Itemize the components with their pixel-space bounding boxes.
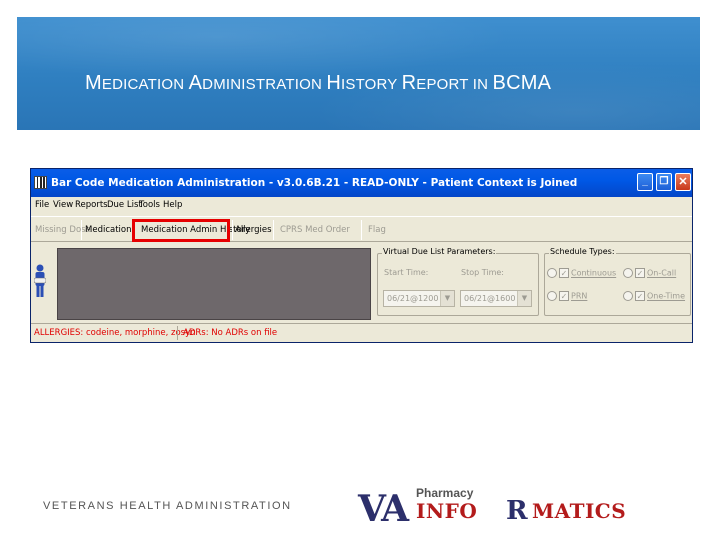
toolbar-separator <box>273 220 274 240</box>
window-title: Bar Code Medication Administration - v3.… <box>51 177 578 189</box>
close-button[interactable]: ✕ <box>675 173 691 191</box>
chevron-down-icon: ▼ <box>440 291 454 306</box>
missing-dose-button[interactable]: Missing Dose <box>35 225 91 235</box>
stop-time-select[interactable]: 06/21@1600 ▼ <box>460 290 532 307</box>
schedule-types-group: Schedule Types: ✓ Continuous ✓ On-Call ✓ PR… <box>544 247 691 316</box>
one-time-option[interactable]: ✓ One-Time <box>623 291 685 301</box>
toolbar: Missing Dose Medication Log Medication A… <box>31 216 692 242</box>
highlight-box <box>132 219 230 242</box>
allergy-divider <box>177 326 178 340</box>
maximize-button[interactable]: ❐ <box>656 173 672 191</box>
checkbox-icon: ✓ <box>635 291 645 301</box>
start-time-select[interactable]: 06/21@1200 ▼ <box>383 290 455 307</box>
adrs-text[interactable]: ADRs: No ADRs on file <box>183 328 277 338</box>
allergies-text[interactable]: ALLERGIES: codeine, morphine, zosyn <box>34 328 196 338</box>
flag-button[interactable]: Flag <box>368 225 386 235</box>
va-pharmacy-informatics-logo: VA Pharmacy INFO R MATICS <box>358 486 627 530</box>
slide-header: MEDICATION ADMINISTRATION HISTORY REPORT… <box>17 17 700 130</box>
allergy-bar: ALLERGIES: codeine, morphine, zosyn ADRs… <box>31 323 692 342</box>
toolbar-separator <box>361 220 362 240</box>
checkbox-icon: ✓ <box>635 268 645 278</box>
bcma-window: Bar Code Medication Administration - v3.… <box>30 168 693 343</box>
menu-reports[interactable]: Reports <box>75 200 108 210</box>
menu-file[interactable]: File <box>35 200 49 210</box>
chevron-down-icon: ▼ <box>517 291 531 306</box>
due-list-parameters-label: Virtual Due List Parameters: <box>382 247 497 256</box>
toolbar-separator <box>81 220 82 240</box>
on-call-option[interactable]: ✓ On-Call <box>623 268 676 278</box>
radio-icon <box>623 291 633 301</box>
medication-log-button[interactable]: Medication Log <box>85 225 131 235</box>
menu-due-list[interactable]: Due List <box>107 200 142 210</box>
patient-icon[interactable] <box>34 264 46 298</box>
radio-icon <box>547 268 557 278</box>
window-titlebar[interactable]: Bar Code Medication Administration - v3.… <box>31 169 692 197</box>
menu-tools[interactable]: Tools <box>139 200 160 210</box>
menu-help[interactable]: Help <box>163 200 182 210</box>
footer-text: VETERANS HEALTH ADMINISTRATION <box>43 500 292 512</box>
radio-icon <box>547 291 557 301</box>
prn-option[interactable]: ✓ PRN <box>547 291 587 301</box>
patient-info-panel <box>57 248 371 320</box>
menu-view[interactable]: View <box>53 200 73 210</box>
slide-title: MEDICATION ADMINISTRATION HISTORY REPORT… <box>85 72 552 94</box>
barcode-icon <box>34 176 47 189</box>
schedule-types-label: Schedule Types: <box>549 247 616 256</box>
stop-time-label: Stop Time: <box>461 268 505 277</box>
menu-bar: File View Reports Due List Tools Help <box>31 197 692 213</box>
cprs-med-order-button[interactable]: CPRS Med Order <box>280 225 350 235</box>
allergies-button[interactable]: Allergies <box>235 225 272 235</box>
radio-icon <box>623 268 633 278</box>
toolbar-separator <box>232 220 233 240</box>
minimize-button[interactable]: _ <box>637 173 653 191</box>
continuous-option[interactable]: ✓ Continuous <box>547 268 616 278</box>
due-list-parameters-group: Virtual Due List Parameters: Start Time:… <box>377 247 539 316</box>
checkbox-icon: ✓ <box>559 268 569 278</box>
checkbox-icon: ✓ <box>559 291 569 301</box>
start-time-label: Start Time: <box>384 268 429 277</box>
